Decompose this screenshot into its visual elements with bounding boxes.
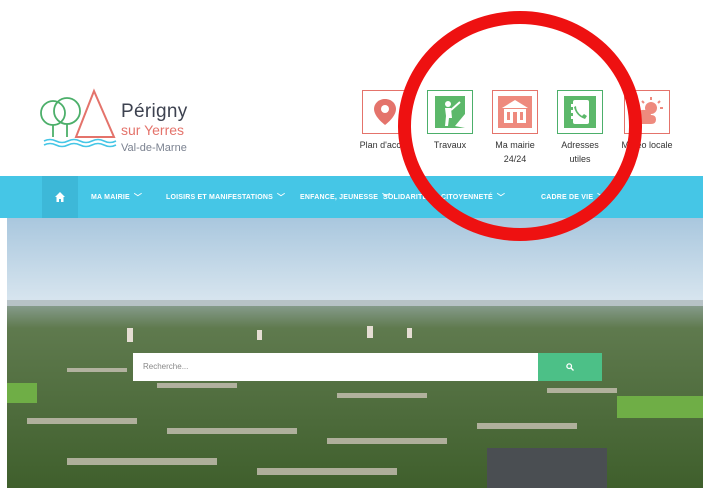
nav-item-label: ENFANCE, JEUNESSE — [300, 193, 379, 201]
logo-title: Périgny — [121, 101, 188, 122]
nav-item-enfance[interactable]: ENFANCE, JEUNESSE ﹀ — [300, 176, 390, 218]
highlight-circle — [398, 11, 642, 241]
nav-home[interactable] — [42, 176, 78, 218]
home-icon — [55, 192, 65, 202]
nav-item-loisirs[interactable]: LOISIRS ET MANIFESTATIONS ﹀ — [166, 176, 285, 218]
nav-item-label: MA MAIRIE — [91, 193, 130, 201]
search-placeholder: Recherche... — [143, 362, 189, 371]
search-input[interactable] — [133, 353, 538, 381]
chevron-down-icon: ﹀ — [277, 192, 286, 202]
chevron-down-icon: ﹀ — [133, 192, 143, 202]
logo-subtitle: sur Yerres — [121, 122, 185, 138]
nav-item-label: LOISIRS ET MANIFESTATIONS — [166, 193, 274, 201]
search-icon — [566, 363, 574, 371]
search-button[interactable] — [538, 353, 602, 381]
nav-item-ma-mairie[interactable]: MA MAIRIE ﹀ — [91, 176, 142, 218]
logo-department: Val-de-Marne — [121, 142, 187, 154]
